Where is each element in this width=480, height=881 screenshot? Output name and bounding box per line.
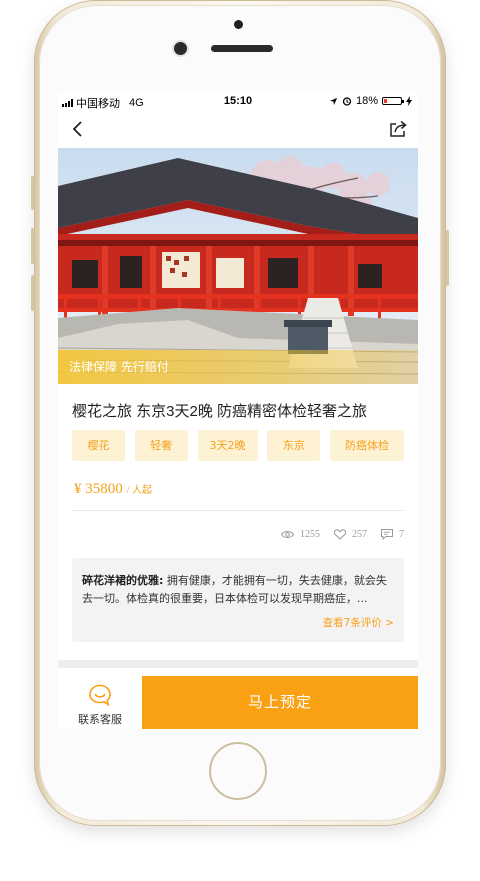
alarm-icon xyxy=(342,97,352,106)
battery-percent: 18% xyxy=(355,95,378,107)
phone-power-button xyxy=(446,230,449,286)
status-bar: 中国移动 4G 15:10 18% xyxy=(58,92,418,110)
location-icon xyxy=(329,97,338,105)
phone-home-button[interactable] xyxy=(209,742,267,800)
tag-item[interactable]: 轻奢 xyxy=(134,430,188,461)
review-author: 碎花洋裙的优雅: xyxy=(82,574,164,587)
back-arrow-icon[interactable] xyxy=(68,119,88,139)
hero-image: 法律保障 先行赔付 xyxy=(58,148,418,384)
like-count[interactable]: 257 xyxy=(334,529,367,540)
tag-item[interactable]: 3天2晚 xyxy=(197,430,258,461)
like-count-value: 257 xyxy=(352,529,367,540)
share-icon[interactable] xyxy=(388,119,408,139)
guarantee-banner: 法律保障 先行赔付 xyxy=(58,350,418,384)
price-unit: / 人起 xyxy=(126,485,153,496)
phone-sensor xyxy=(234,20,243,29)
bottom-action-bar: 联系客服 马上预定 xyxy=(58,676,418,729)
book-now-button[interactable]: 马上预定 xyxy=(142,676,418,729)
stats-bar: 1255 257 7 xyxy=(281,529,404,540)
review-card[interactable]: 碎花洋裙的优雅: 拥有健康，才能拥有一切，失去健康，就会失去一切。体检真的很重要… xyxy=(72,558,404,642)
nav-bar xyxy=(58,110,418,148)
charging-icon xyxy=(406,96,412,106)
comment-count[interactable]: 7 xyxy=(381,529,404,540)
comment-count-value: 7 xyxy=(399,529,404,540)
price-amount: ¥ 35800 xyxy=(74,481,123,497)
heart-icon xyxy=(334,529,346,540)
tag-item[interactable]: 东京 xyxy=(267,430,321,461)
price: ¥ 35800 / 人起 xyxy=(74,480,152,498)
view-count: 1255 xyxy=(281,529,320,540)
shrine-photo xyxy=(58,148,418,384)
comment-icon xyxy=(381,529,393,540)
divider xyxy=(72,510,404,511)
battery-icon xyxy=(382,97,404,105)
eye-icon xyxy=(281,531,294,538)
app-screen: 中国移动 4G 15:10 18% 法律保障 先行赔付 樱花之旅 东京3天2晚 … xyxy=(58,92,418,729)
product-title: 樱花之旅 东京3天2晚 防癌精密体检轻奢之旅 xyxy=(72,403,368,420)
phone-side-button xyxy=(31,228,34,264)
phone-front-camera xyxy=(174,42,187,55)
phone-side-button xyxy=(31,275,34,311)
phone-speaker xyxy=(211,45,273,52)
view-reviews-link[interactable]: 查看7条评价 > xyxy=(323,615,394,630)
customer-service-label: 联系客服 xyxy=(78,713,122,726)
tag-item[interactable]: 防癌体检 xyxy=(330,430,404,461)
customer-service-icon xyxy=(89,684,111,706)
tag-item[interactable]: 樱花 xyxy=(72,430,125,461)
phone-side-button xyxy=(31,176,34,210)
tag-list: 樱花 轻奢 3天2晚 东京 防癌体检 xyxy=(72,430,404,461)
view-count-value: 1255 xyxy=(300,529,320,540)
review-content: 碎花洋裙的优雅: 拥有健康，才能拥有一切，失去健康，就会失去一切。体检真的很重要… xyxy=(82,572,392,608)
section-separator xyxy=(58,660,418,668)
customer-service-button[interactable]: 联系客服 xyxy=(58,676,142,729)
